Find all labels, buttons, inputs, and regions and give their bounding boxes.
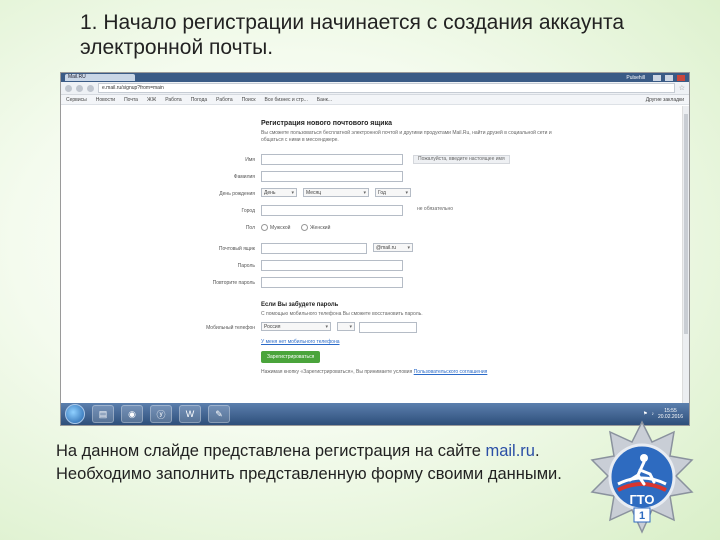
slide-caption: На данном слайде представлена регистраци… xyxy=(56,442,562,483)
clock[interactable]: 15:55 20.02.2016 xyxy=(658,408,683,420)
chrome-icon[interactable]: ◉ xyxy=(121,405,143,423)
name-label: Имя xyxy=(245,157,255,163)
radio-icon xyxy=(301,224,308,231)
no-phone-link[interactable]: У меня нет мобильного телефона xyxy=(261,339,561,345)
radio-icon xyxy=(261,224,268,231)
yandex-icon[interactable]: ⓨ xyxy=(150,405,172,423)
bookmark-item[interactable]: Работа xyxy=(165,97,182,103)
terms-link[interactable]: Пользовательского соглашения xyxy=(414,369,488,375)
flag-select[interactable] xyxy=(337,322,355,332)
city-hint: не обязательно xyxy=(417,206,454,212)
gto-badge-icon: ГТО 1 xyxy=(590,420,694,534)
bookmark-item[interactable]: Погода xyxy=(191,97,207,103)
name-hint: Пожалуйста, введите настоящее имя xyxy=(413,155,510,164)
birthday-label: День рождения xyxy=(219,191,255,197)
reload-icon[interactable] xyxy=(87,84,94,92)
close-button[interactable] xyxy=(677,74,685,81)
form-heading: Регистрация нового почтового ящика xyxy=(261,120,392,127)
register-button[interactable]: Зарегистрироваться xyxy=(261,351,321,363)
word-icon[interactable]: W xyxy=(179,405,201,423)
url-input[interactable]: e.mail.ru/signup?from=main xyxy=(98,83,675,93)
bookmark-item[interactable]: Все бизнес и стр... xyxy=(265,97,308,103)
birth-month-select[interactable]: Месяц xyxy=(303,188,369,198)
signup-form: Регистрация нового почтового ящика Вы см… xyxy=(206,120,561,375)
name-input[interactable] xyxy=(261,154,403,165)
maximize-button[interactable] xyxy=(665,74,673,81)
scrollbar-thumb[interactable] xyxy=(684,114,688,334)
flag-icon[interactable]: ⚑ xyxy=(643,411,647,417)
password-input[interactable] xyxy=(261,260,403,271)
signup-page: Регистрация нового почтового ящика Вы см… xyxy=(61,106,689,403)
back-icon[interactable] xyxy=(65,84,72,92)
site-link: mail.ru xyxy=(485,442,535,460)
bookmark-item[interactable]: Работа xyxy=(216,97,233,103)
address-bar: e.mail.ru/signup?from=main ☆ xyxy=(61,82,689,95)
bookmarks-bar: Сервисы Новости Почта ЖЖ Работа Погода Р… xyxy=(61,95,689,105)
forgot-text: С помощью мобильного телефона Вы сможете… xyxy=(261,311,423,317)
phone-label: Мобильный телефон xyxy=(206,325,255,331)
system-tray: ⚑ ♪ 15:55 20.02.2016 xyxy=(643,408,689,420)
bookmark-item[interactable]: Сервисы xyxy=(66,97,87,103)
slide-title: 1. Начало регистрации начинается с созда… xyxy=(80,11,625,59)
birthday-row: День рождения День Месяц Год xyxy=(219,188,561,205)
repeat-password-input[interactable] xyxy=(261,277,403,288)
start-button[interactable] xyxy=(65,404,85,424)
browser-tab[interactable]: Mail.RU xyxy=(65,74,135,81)
bookmark-item[interactable]: Новости xyxy=(96,97,115,103)
city-row: Город не обязательно xyxy=(241,205,561,222)
forward-icon[interactable] xyxy=(76,84,83,92)
bookmark-item[interactable]: Банк... xyxy=(317,97,332,103)
phone-input[interactable] xyxy=(359,322,417,333)
city-input[interactable] xyxy=(261,205,403,216)
gender-male-option[interactable]: Мужской xyxy=(261,224,290,231)
form-intro: Вы сможете пользоваться бесплатной элект… xyxy=(261,130,552,143)
paint-icon[interactable]: ✎ xyxy=(208,405,230,423)
browser-screenshot: Mail.RU Pulsehill e.mail.ru/signup?from=… xyxy=(60,72,690,426)
password-row: Пароль xyxy=(238,260,561,277)
minimize-button[interactable] xyxy=(653,74,661,81)
scrollbar[interactable] xyxy=(682,106,689,403)
gender-female-option[interactable]: Женский xyxy=(301,224,330,231)
surname-input[interactable] xyxy=(261,171,403,182)
mailbox-label: Почтовый ящик xyxy=(218,246,255,252)
browser-titlebar: Mail.RU Pulsehill xyxy=(61,73,689,82)
volume-icon[interactable]: ♪ xyxy=(651,411,654,417)
bookmark-item[interactable]: Почта xyxy=(124,97,138,103)
bookmark-star-icon[interactable]: ☆ xyxy=(679,84,685,92)
phone-row: Мобильный телефон Россия xyxy=(206,322,561,339)
password-label: Пароль xyxy=(237,263,255,269)
badge-text: ГТО xyxy=(629,492,654,507)
app-label: Pulsehill xyxy=(626,74,645,81)
surname-label: Фамилия xyxy=(233,174,255,180)
gender-row: Пол Мужской Женский xyxy=(246,222,561,239)
mailbox-row: Почтовый ящик @mail.ru xyxy=(219,243,561,260)
badge-number: 1 xyxy=(639,510,645,522)
country-select[interactable]: Россия xyxy=(261,322,331,332)
surname-row: Фамилия xyxy=(234,171,561,188)
gender-label: Пол xyxy=(245,225,255,231)
domain-select[interactable]: @mail.ru xyxy=(373,243,413,253)
mailbox-input[interactable] xyxy=(261,243,367,254)
bookmark-item[interactable]: Поиск xyxy=(242,97,256,103)
terms-note: Нажимая кнопку «Зарегистрироваться», Вы … xyxy=(261,369,488,375)
folder-icon[interactable]: ▤ xyxy=(92,405,114,423)
forgot-heading: Если Вы забудете пароль xyxy=(261,302,339,308)
repeat-password-label: Повторите пароль xyxy=(212,280,255,286)
name-row: Имя Пожалуйста, введите настоящее имя xyxy=(245,154,561,171)
birth-year-select[interactable]: Год xyxy=(375,188,411,198)
city-label: Город xyxy=(241,208,255,214)
birth-day-select[interactable]: День xyxy=(261,188,297,198)
bookmark-item[interactable]: ЖЖ xyxy=(147,97,156,103)
repeat-password-row: Повторите пароль xyxy=(213,277,561,294)
other-bookmarks[interactable]: Другие закладки xyxy=(646,97,684,103)
